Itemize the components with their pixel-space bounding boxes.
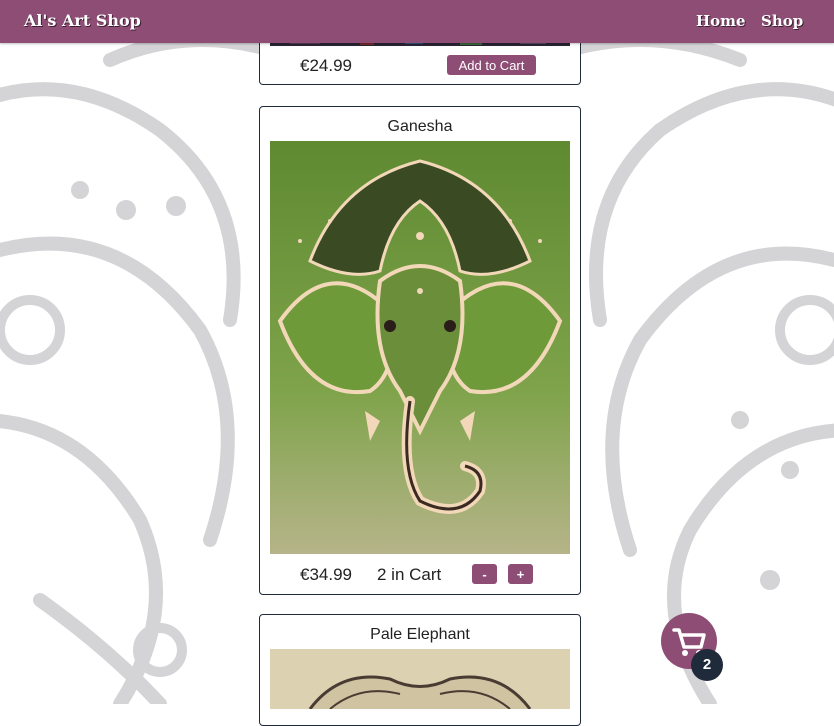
decrement-button[interactable]: -: [472, 564, 497, 584]
add-to-cart-button[interactable]: Add to Cart: [447, 55, 536, 75]
product-price: €24.99: [300, 56, 352, 75]
nav-link-shop[interactable]: Shop: [761, 12, 803, 30]
cart-count-badge: 2: [691, 649, 723, 681]
increment-button[interactable]: +: [508, 564, 533, 584]
in-cart-count: 2 in Cart: [377, 565, 442, 584]
product-card: Ganesha €34.99 2 in Cart - +: [259, 106, 581, 595]
product-card: Pale Elephant: [259, 614, 581, 726]
product-title: Pale Elephant: [370, 626, 470, 643]
product-image[interactable]: [270, 141, 570, 554]
product-price: €34.99: [300, 565, 352, 584]
product-image[interactable]: [270, 649, 570, 709]
brand-logo[interactable]: Al's Art Shop: [24, 11, 141, 30]
product-title: Ganesha: [387, 118, 453, 135]
nav-link-home[interactable]: Home: [696, 12, 746, 30]
navbar: Al's Art Shop Home Shop: [0, 0, 834, 43]
